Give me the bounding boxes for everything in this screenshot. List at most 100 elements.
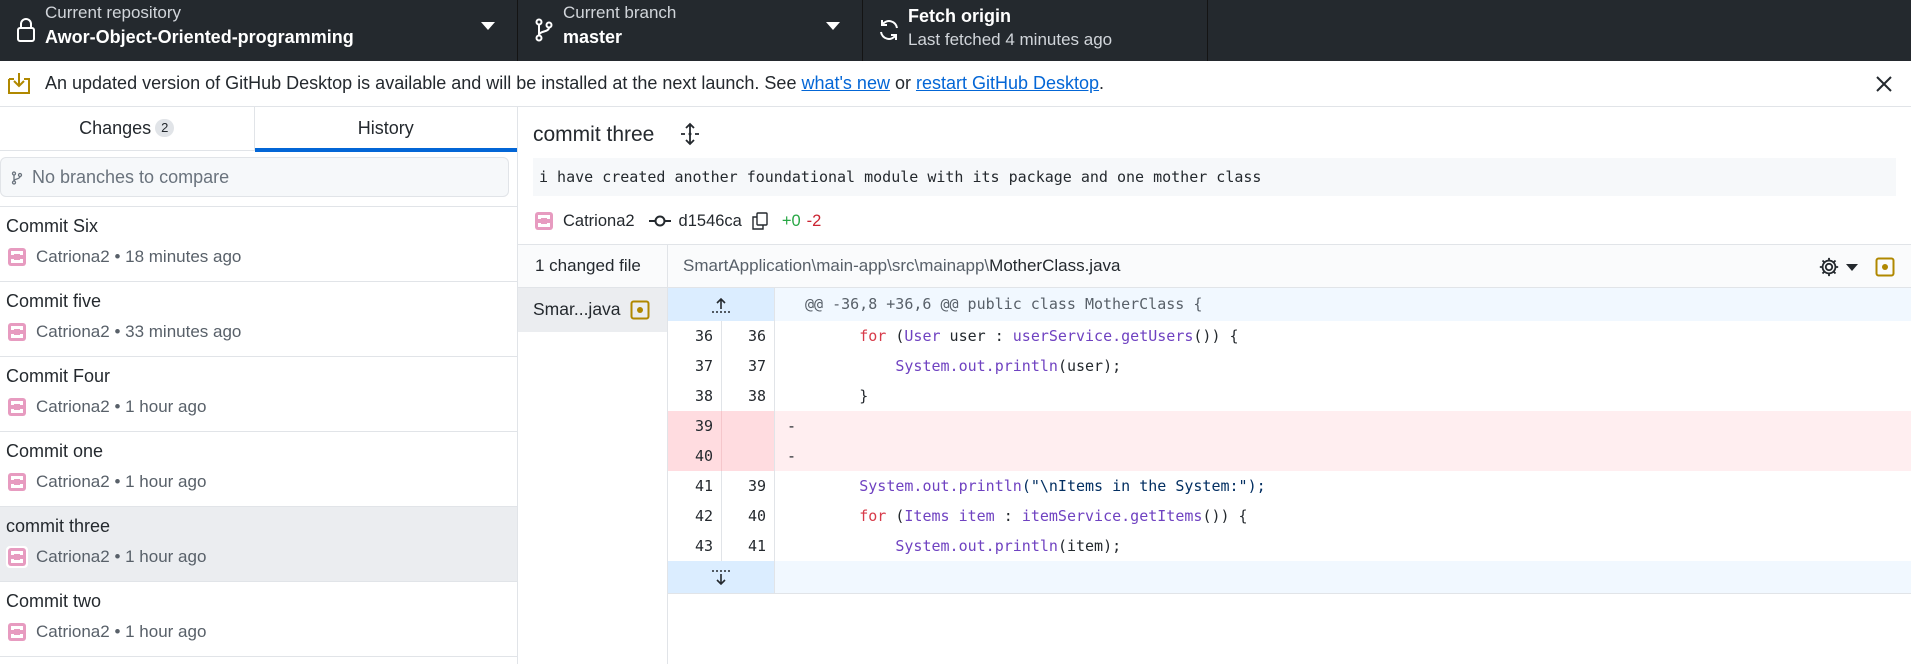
fetch-origin-button[interactable]: Fetch origin Last fetched 4 minutes ago bbox=[863, 0, 1208, 61]
banner-message: An updated version of GitHub Desktop is … bbox=[45, 73, 1104, 94]
commit-item-title: Commit five bbox=[6, 291, 102, 311]
gear-icon bbox=[1819, 257, 1839, 277]
diff-code: System.out.println("\nItems in the Syste… bbox=[774, 471, 1911, 501]
avatar bbox=[533, 210, 555, 232]
hunk-header: @@ -36,8 +36,6 @@ public class MotherCla… bbox=[774, 288, 1911, 321]
branch-icon bbox=[11, 171, 23, 185]
commit-item-title: Commit Four bbox=[6, 366, 111, 386]
commit-item-time: 1 hour ago bbox=[125, 397, 207, 416]
expand-down-icon[interactable] bbox=[709, 569, 733, 587]
file-list-item[interactable]: Smar...java bbox=[518, 288, 667, 332]
tab-history-label: History bbox=[357, 118, 414, 138]
tab-changes[interactable]: Changes 2 bbox=[0, 107, 254, 151]
old-line-number: 42 bbox=[694, 507, 713, 525]
sidebar-tabs: Changes 2 History bbox=[0, 107, 517, 152]
branch-compare-input[interactable]: No branches to compare bbox=[0, 157, 509, 197]
diff-line: 41 39 System.out.println("\nItems in the… bbox=[668, 471, 1911, 501]
diff-code: System.out.println(user); bbox=[774, 351, 1911, 381]
commit-item-meta: Catriona2 • 18 minutes ago bbox=[6, 246, 241, 268]
commit-item-title: Commit two bbox=[6, 591, 102, 611]
commit-item-title: Commit one bbox=[6, 441, 104, 461]
close-icon[interactable] bbox=[1873, 73, 1895, 95]
old-line-number: 43 bbox=[694, 537, 713, 555]
chevron-down-icon bbox=[826, 22, 840, 30]
avatar bbox=[6, 546, 28, 568]
code-token: : bbox=[994, 507, 1022, 525]
commit-title: commit three bbox=[533, 123, 655, 146]
modified-icon bbox=[630, 300, 650, 320]
avatar bbox=[6, 396, 28, 418]
branch-label: Current branch bbox=[563, 3, 677, 22]
code-token: ()) { bbox=[1202, 507, 1248, 525]
commit-item-title: Commit Six bbox=[6, 216, 99, 236]
code-token: userService.getUsers bbox=[1012, 327, 1194, 345]
commit-meta: Catriona2 d1546ca +0 -2 bbox=[533, 209, 821, 233]
old-line-number: 40 bbox=[668, 441, 721, 471]
diff-code bbox=[774, 561, 1911, 593]
tab-history[interactable]: History bbox=[253, 107, 517, 152]
file-path: SmartApplication\main-app\src\mainapp\Mo… bbox=[683, 256, 1120, 276]
expand-icon[interactable] bbox=[678, 122, 702, 146]
diff-view: @@ -36,8 +36,6 @@ public class MotherCla… bbox=[668, 288, 1911, 594]
code-token: System.out.println bbox=[859, 477, 1022, 495]
hunk-gutter bbox=[668, 288, 774, 321]
diff-line-deleted: 40 - bbox=[668, 441, 1911, 471]
diff-line: 43 41 System.out.println(item); bbox=[668, 531, 1911, 561]
download-icon bbox=[8, 73, 30, 94]
diff-settings-button[interactable] bbox=[1818, 255, 1862, 279]
diff-line-deleted: 39 - bbox=[668, 411, 1911, 441]
diff-code: } bbox=[774, 381, 1911, 411]
new-line-number: 40 bbox=[721, 501, 774, 531]
diff-code: System.out.println(item); bbox=[774, 531, 1911, 561]
code-token: ( bbox=[886, 327, 905, 345]
commit-item-author: Catriona2 bbox=[36, 622, 110, 641]
code-token: itemService.getItems bbox=[1021, 507, 1203, 525]
commit-item-author: Catriona2 bbox=[36, 397, 110, 416]
commit-detail-pane: commit three i have created another foun… bbox=[518, 107, 1911, 664]
restart-link[interactable]: restart GitHub Desktop bbox=[916, 73, 1099, 93]
diff-code: for (User user : userService.getUsers())… bbox=[774, 321, 1911, 351]
code-token: (user); bbox=[1057, 357, 1122, 375]
file-path-dir: SmartApplication\main-app\src\mainapp\ bbox=[683, 256, 990, 275]
whats-new-link[interactable]: what's new bbox=[801, 73, 889, 93]
update-banner: An updated version of GitHub Desktop is … bbox=[0, 61, 1911, 107]
branch-selector[interactable]: Current branch master bbox=[518, 0, 863, 61]
commit-icon bbox=[648, 215, 671, 227]
commit-list-item[interactable]: Commit one Catriona2 • 1 hour ago bbox=[0, 432, 517, 507]
file-list-item-name: Smar...java bbox=[533, 299, 621, 319]
commit-item-time: 1 hour ago bbox=[125, 547, 207, 566]
fetch-status: Last fetched 4 minutes ago bbox=[908, 30, 1113, 49]
commit-description: i have created another foundational modu… bbox=[533, 158, 1896, 196]
sidebar: Changes 2 History No branches to compare … bbox=[0, 107, 518, 664]
commit-item-title: commit three bbox=[6, 516, 111, 536]
commit-list-item[interactable]: Commit five Catriona2 • 33 minutes ago bbox=[0, 282, 517, 357]
code-token: Items item bbox=[904, 507, 995, 525]
changed-files-count: 1 changed file bbox=[518, 245, 668, 287]
separator-dot: • bbox=[109, 547, 126, 566]
chevron-down-icon bbox=[1846, 263, 1858, 271]
commit-sha: d1546ca bbox=[678, 211, 742, 230]
files-header: 1 changed file SmartApplication\main-app… bbox=[518, 244, 1911, 288]
commit-list-item[interactable]: commit three Catriona2 • 1 hour ago bbox=[0, 507, 517, 582]
new-line-number: 38 bbox=[721, 381, 774, 411]
old-line-number: 38 bbox=[694, 387, 713, 405]
code-token: for bbox=[859, 507, 887, 525]
commit-list-item[interactable]: Commit Four Catriona2 • 1 hour ago bbox=[0, 357, 517, 432]
new-line-number bbox=[721, 441, 774, 471]
chevron-down-icon bbox=[481, 22, 495, 30]
new-line-number: 36 bbox=[721, 321, 774, 351]
commit-list-item[interactable]: Commit Six Catriona2 • 18 minutes ago bbox=[0, 207, 517, 282]
commit-item-meta: Catriona2 • 1 hour ago bbox=[6, 546, 206, 568]
hunk-header-row: @@ -36,8 +36,6 @@ public class MotherCla… bbox=[668, 288, 1911, 321]
commit-item-author: Catriona2 bbox=[36, 322, 110, 341]
diff-code: - bbox=[774, 441, 1911, 471]
commit-item-author: Catriona2 bbox=[36, 472, 110, 491]
commit-author: Catriona2 bbox=[563, 211, 635, 230]
expand-up-icon[interactable] bbox=[709, 296, 733, 314]
code-token: ("\nItems in the System:"); bbox=[1021, 477, 1266, 495]
additions-count: +0 bbox=[781, 211, 801, 230]
copy-icon[interactable] bbox=[752, 212, 768, 230]
commit-item-time: 1 hour ago bbox=[125, 472, 207, 491]
repository-selector[interactable]: Current repository Awor-Object-Oriented-… bbox=[0, 0, 518, 61]
commit-list-item[interactable]: Commit two Catriona2 • 1 hour ago bbox=[0, 582, 517, 657]
